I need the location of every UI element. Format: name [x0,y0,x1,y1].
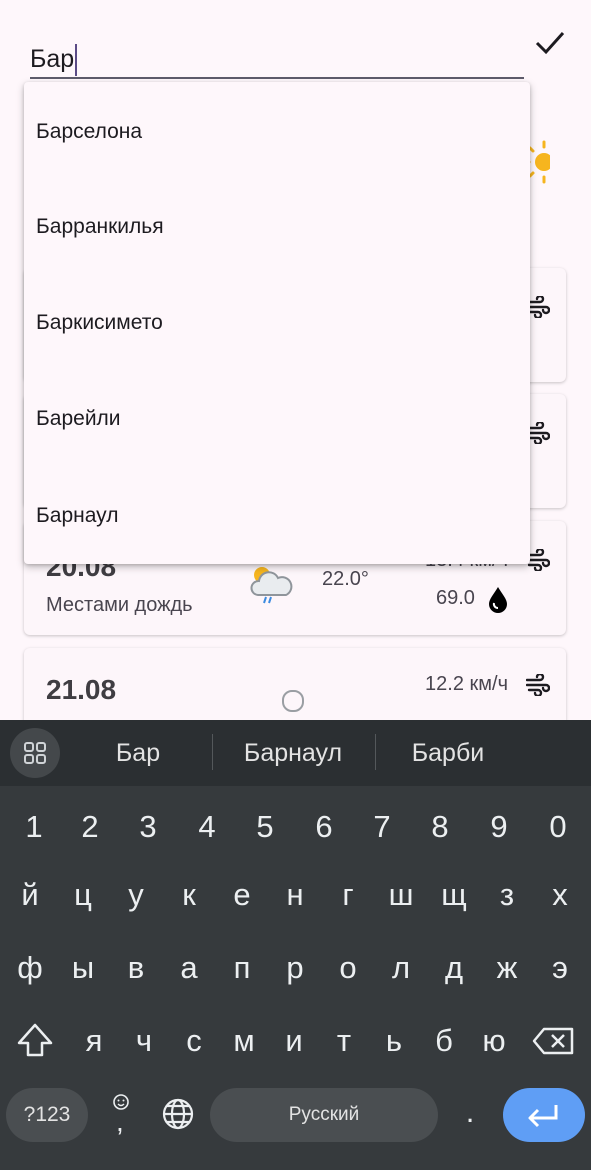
water-drop-icon [489,587,507,613]
wind-icon [526,674,550,696]
key[interactable]: ь [368,1013,420,1069]
forecast-wind: 12.2 км/ч [425,673,508,695]
key[interactable]: а [163,940,215,996]
key[interactable]: 0 [532,799,584,855]
key[interactable]: з [481,867,533,923]
key[interactable]: 6 [298,799,350,855]
keyboard-suggestion[interactable]: Барнаул [218,720,368,786]
key[interactable]: 5 [239,799,291,855]
suggestion-divider [375,734,376,770]
key[interactable]: п [216,940,268,996]
city-search-input[interactable]: Бар [30,40,524,78]
key[interactable]: ш [375,867,427,923]
key[interactable]: 9 [473,799,525,855]
key[interactable]: о [322,940,374,996]
suggestion-item[interactable]: Баркисимето [24,275,530,371]
key[interactable]: б [418,1013,470,1069]
weather-app: 20.08 22.0° 13.4 км/ч Местами дождь 69.0… [0,0,591,720]
key[interactable]: щ [428,867,480,923]
key[interactable]: 3 [122,799,174,855]
keyboard-suggestion[interactable]: Бар [78,720,198,786]
key[interactable]: л [375,940,427,996]
key[interactable]: в [110,940,162,996]
key[interactable]: у [110,867,162,923]
globe-icon[interactable] [160,1096,196,1132]
space-key[interactable]: Русский [210,1088,438,1142]
suggestion-item[interactable]: Барранкилья [24,178,530,274]
key[interactable]: и [268,1013,320,1069]
key[interactable]: э [534,940,586,996]
cloud-rain-icon [250,567,293,604]
on-screen-keyboard: Бар Барнаул Барби 1 2 3 4 5 6 7 8 9 0 й … [0,720,591,1170]
key[interactable]: т [318,1013,370,1069]
key[interactable]: ч [118,1013,170,1069]
key[interactable]: х [534,867,586,923]
key[interactable]: 2 [64,799,116,855]
key[interactable]: я [68,1013,120,1069]
key[interactable]: д [428,940,480,996]
key[interactable]: ф [4,940,56,996]
key[interactable]: г [322,867,374,923]
forecast-description: Местами дождь [46,594,193,616]
symbols-key[interactable]: ?123 [6,1088,88,1142]
key[interactable]: е [216,867,268,923]
city-suggestions-dropdown: Барселона Барранкилья Баркисимето Барейл… [24,82,530,564]
key[interactable]: 7 [356,799,408,855]
key[interactable]: р [269,940,321,996]
suggestion-item[interactable]: Барселона [24,82,530,178]
suggestion-item[interactable]: Барейли [24,371,530,467]
shift-key-icon[interactable] [9,1013,61,1069]
emoji-key[interactable]: , [104,1092,138,1140]
key[interactable]: 4 [181,799,233,855]
weather-icon [282,690,304,712]
forecast-date: 21.08 [46,674,117,705]
key[interactable]: ю [468,1013,520,1069]
search-text: Бар [30,45,75,73]
forecast-card[interactable]: 21.08 12.2 км/ч [24,648,566,720]
suggestion-item[interactable]: Барнаул [24,468,530,564]
key[interactable]: 8 [414,799,466,855]
keyboard-suggestion[interactable]: Барби [383,720,513,786]
key[interactable]: ж [481,940,533,996]
enter-key[interactable] [503,1088,585,1142]
check-icon[interactable] [532,28,568,58]
forecast-humidity: 69.0 [436,587,475,609]
enter-arrow-icon [528,1105,558,1128]
key[interactable]: с [168,1013,220,1069]
search-underline [30,77,524,79]
suggestion-divider [212,734,213,770]
key[interactable]: м [218,1013,270,1069]
apps-grid-icon[interactable] [10,728,60,778]
key[interactable]: ц [57,867,109,923]
forecast-temperature: 22.0° [322,568,369,590]
key[interactable]: к [163,867,215,923]
backspace-key-icon[interactable] [528,1013,580,1069]
period-key[interactable]: . [452,1088,488,1142]
comma-label: , [116,1106,124,1137]
text-cursor [75,44,78,77]
key[interactable]: й [4,867,56,923]
keyboard-suggestion-strip: Бар Барнаул Барби [0,720,591,786]
key[interactable]: 1 [8,799,60,855]
key[interactable]: н [269,867,321,923]
key[interactable]: ы [57,940,109,996]
